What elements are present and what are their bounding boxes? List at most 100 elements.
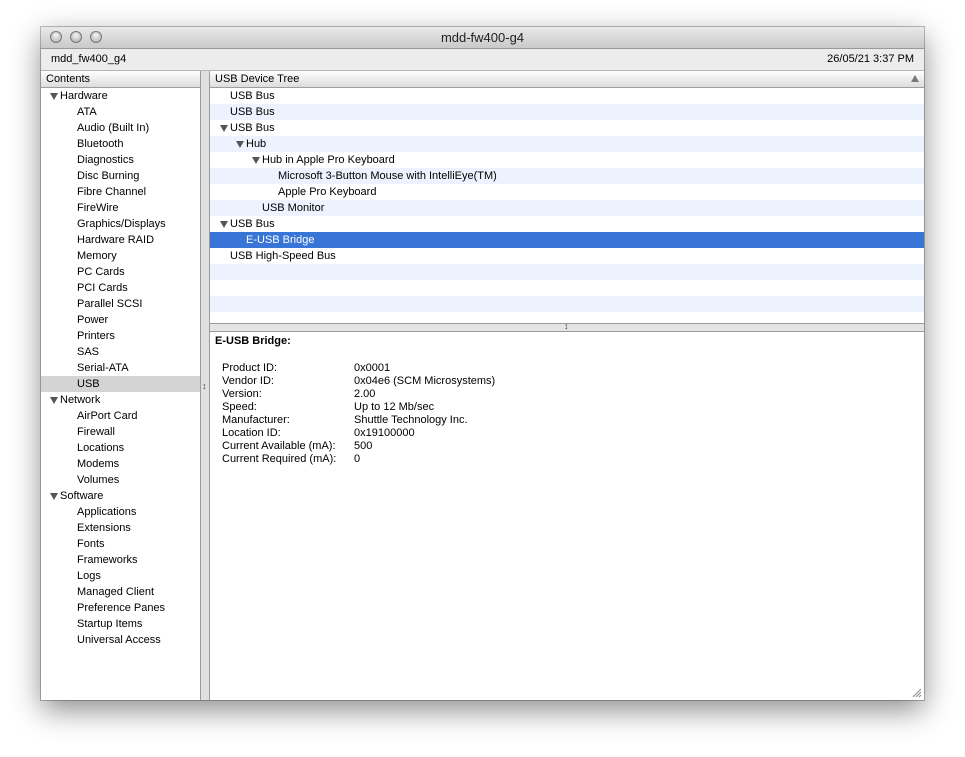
device-tree-row-label: E-USB Bridge <box>246 234 315 246</box>
sidebar-category-software[interactable]: Software <box>41 488 200 504</box>
device-tree-row-label: USB Bus <box>230 218 275 230</box>
sidebar-item[interactable]: Locations <box>41 440 200 456</box>
sidebar-item[interactable]: Diagnostics <box>41 152 200 168</box>
contents-tree: Hardware ATA Audio (Built In) Bluetooth Diag… <box>41 88 200 648</box>
sidebar-item[interactable]: AirPort Card <box>41 408 200 424</box>
detail-field-key: Product ID: <box>222 362 278 374</box>
sidebar-item[interactable]: PC Cards <box>41 264 200 280</box>
sidebar-item[interactable]: Serial-ATA <box>41 360 200 376</box>
device-tree-empty-row <box>210 280 924 296</box>
disclosure-triangle-icon[interactable] <box>220 125 228 132</box>
contents-header[interactable]: Contents <box>41 71 200 88</box>
contents-sidebar: Contents Hardware ATA Audio (Built In) Blue… <box>41 71 201 700</box>
disclosure-triangle-icon[interactable] <box>236 141 244 148</box>
horizontal-splitter[interactable]: ↕ <box>210 321 924 332</box>
detail-field-value: 0x04e6 (SCM Microsystems) <box>354 375 496 387</box>
title-bar[interactable]: mdd-fw400-g4 <box>41 27 924 49</box>
machine-name: mdd_fw400_g4 <box>51 53 127 65</box>
sidebar-item[interactable]: Fonts <box>41 536 200 552</box>
sidebar-item[interactable]: PCI Cards <box>41 280 200 296</box>
sidebar-item[interactable]: USB <box>41 376 200 392</box>
disclosure-triangle-icon[interactable] <box>220 221 228 228</box>
device-tree-row[interactable]: USB Bus <box>210 88 924 104</box>
detail-field-value: 0x19100000 <box>354 427 415 439</box>
device-tree-row[interactable]: Microsoft 3-Button Mouse with IntelliEye… <box>210 168 924 184</box>
device-tree-row-label: USB Bus <box>230 122 275 134</box>
device-tree-row[interactable]: E-USB Bridge <box>210 232 924 248</box>
disclosure-triangle-icon[interactable] <box>50 93 58 100</box>
resize-grip-icon[interactable] <box>911 687 922 698</box>
sidebar-item[interactable]: Frameworks <box>41 552 200 568</box>
detail-pane: E-USB Bridge: Product ID: 0x0001 Vendor ID… <box>210 332 924 700</box>
sort-ascending-icon[interactable] <box>911 75 919 82</box>
vertical-splitter[interactable]: ↕ <box>201 71 210 700</box>
detail-title: E-USB Bridge: <box>215 335 291 347</box>
disclosure-triangle-icon[interactable] <box>50 493 58 500</box>
device-tree-header-label: USB Device Tree <box>215 73 300 85</box>
sidebar-item[interactable]: Preference Panes <box>41 600 200 616</box>
detail-field-key: Location ID: <box>222 427 281 439</box>
detail-field-key: Speed: <box>222 401 257 413</box>
detail-field-value: 0x0001 <box>354 362 391 374</box>
disclosure-triangle-icon[interactable] <box>50 397 58 404</box>
detail-field-key: Current Available (mA): <box>222 440 336 452</box>
sidebar-item[interactable]: Applications <box>41 504 200 520</box>
device-tree-empty-row <box>210 296 924 312</box>
device-tree-row-label: Apple Pro Keyboard <box>278 186 377 198</box>
sidebar-item[interactable]: Modems <box>41 456 200 472</box>
detail-field-value: 2.00 <box>354 388 376 400</box>
sidebar-item[interactable]: Volumes <box>41 472 200 488</box>
device-tree-row-label: Hub <box>246 138 267 150</box>
sidebar-item[interactable]: Bluetooth <box>41 136 200 152</box>
detail-field-key: Vendor ID: <box>222 375 274 387</box>
sidebar-item[interactable]: Printers <box>41 328 200 344</box>
sidebar-item[interactable]: Universal Access <box>41 632 200 648</box>
sidebar-item[interactable]: Startup Items <box>41 616 200 632</box>
device-tree-row[interactable]: Hub <box>210 136 924 152</box>
device-tree-row-label: USB High-Speed Bus <box>230 250 336 262</box>
device-tree-row[interactable]: USB Bus <box>210 104 924 120</box>
sidebar-item[interactable]: Audio (Built In) <box>41 120 200 136</box>
sidebar-item[interactable]: SAS <box>41 344 200 360</box>
sidebar-category-label: Hardware <box>60 90 108 102</box>
report-datetime: 26/05/21 3:37 PM <box>827 53 914 65</box>
detail-field-key: Manufacturer: <box>222 414 290 426</box>
sidebar-item[interactable]: ATA <box>41 104 200 120</box>
device-tree-row[interactable]: Apple Pro Keyboard <box>210 184 924 200</box>
sidebar-item[interactable]: Power <box>41 312 200 328</box>
device-tree-row[interactable]: Hub in Apple Pro Keyboard <box>210 152 924 168</box>
detail-field-key: Current Required (mA): <box>222 453 337 465</box>
device-tree-row[interactable]: USB Bus <box>210 120 924 136</box>
sidebar-category-hardware[interactable]: Hardware <box>41 88 200 104</box>
device-tree-row[interactable]: USB Bus <box>210 216 924 232</box>
device-tree-row[interactable]: USB Monitor <box>210 200 924 216</box>
device-tree-row[interactable]: USB High-Speed Bus <box>210 248 924 264</box>
sidebar-item[interactable]: Memory <box>41 248 200 264</box>
sidebar-item[interactable]: Disc Burning <box>41 168 200 184</box>
device-tree-header[interactable]: USB Device Tree <box>210 71 924 88</box>
usb-device-tree: USB Device Tree USB Bus USB Bus USB Bus Hub… <box>210 71 924 324</box>
device-tree-rows: USB Bus USB Bus USB Bus Hub Hub in Apple Pro… <box>210 88 924 312</box>
sidebar-item[interactable]: FireWire <box>41 200 200 216</box>
sidebar-item[interactable]: Firewall <box>41 424 200 440</box>
device-tree-row-label: USB Bus <box>230 106 275 118</box>
splitter-handle-icon[interactable]: ↕ <box>202 381 207 391</box>
sidebar-item[interactable]: Hardware RAID <box>41 232 200 248</box>
sidebar-item[interactable]: Graphics/Displays <box>41 216 200 232</box>
sidebar-item[interactable]: Logs <box>41 568 200 584</box>
sidebar-item[interactable]: Managed Client <box>41 584 200 600</box>
device-tree-row-label: Microsoft 3-Button Mouse with IntelliEye… <box>278 170 497 182</box>
disclosure-triangle-icon[interactable] <box>252 157 260 164</box>
device-tree-row-label: Hub in Apple Pro Keyboard <box>262 154 395 166</box>
sidebar-item[interactable]: Fibre Channel <box>41 184 200 200</box>
detail-field-value: 0 <box>354 453 361 465</box>
detail-field-value: Shuttle Technology Inc. <box>354 414 468 426</box>
system-profiler-window: mdd-fw400-g4 mdd_fw400_g4 26/05/21 3:37 … <box>41 27 924 700</box>
sidebar-category-network[interactable]: Network <box>41 392 200 408</box>
splitter-handle-icon[interactable]: ↕ <box>564 321 569 331</box>
info-bar: mdd_fw400_g4 26/05/21 3:37 PM <box>41 49 924 71</box>
detail-field-value: Up to 12 Mb/sec <box>354 401 435 413</box>
sidebar-item[interactable]: Parallel SCSI <box>41 296 200 312</box>
sidebar-category-label: Software <box>60 490 104 502</box>
sidebar-item[interactable]: Extensions <box>41 520 200 536</box>
